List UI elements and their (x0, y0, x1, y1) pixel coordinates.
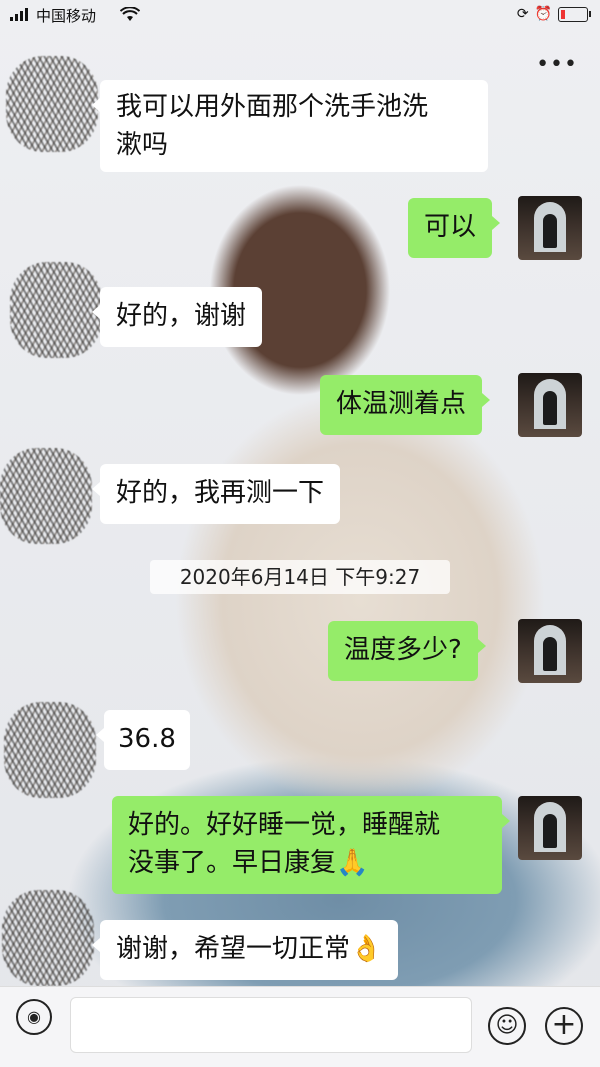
message-text: 好的。好好睡一觉，睡醒就 (128, 810, 441, 840)
message-bubble-incoming[interactable]: 36.8 (96, 710, 190, 770)
message-input[interactable] (70, 997, 472, 1053)
contact-avatar[interactable] (2, 890, 94, 986)
alarm-icon: ⏰ (534, 6, 552, 22)
message-text: 36.8 (118, 724, 176, 754)
message-bubble-incoming[interactable]: 好的，谢谢 (91, 287, 263, 347)
voice-icon[interactable]: ◉ (16, 999, 52, 1035)
contact-avatar[interactable] (10, 262, 102, 358)
message-bubble-incoming[interactable]: 我可以用外面那个洗手池洗 漱吗 (92, 80, 488, 172)
input-bar: ◉ ☺ + (0, 986, 600, 1067)
message-bubble-outgoing[interactable]: 温度多少? (328, 621, 486, 681)
message-text: 体温测着点 (336, 389, 467, 419)
message-bubble-incoming[interactable]: 好的，我再测一下 (91, 464, 341, 524)
message-text: 好的，我再测一下 (116, 478, 325, 508)
contact-avatar[interactable] (6, 56, 98, 152)
carrier-label: 中国移动 (36, 7, 97, 25)
message-timestamp: 2020年6月14日 下午9:27 (150, 560, 450, 594)
wifi-icon (120, 7, 140, 21)
contact-avatar[interactable] (0, 448, 92, 544)
message-text: 温度多少? (344, 635, 462, 665)
my-avatar[interactable] (518, 196, 582, 260)
my-avatar[interactable] (518, 796, 582, 860)
contact-avatar[interactable] (4, 702, 96, 798)
status-bar: 中国移动 ⟳ ⏰ (0, 0, 600, 32)
emoji-icon[interactable]: ☺ (488, 1007, 526, 1045)
message-text: 好的，谢谢 (116, 301, 247, 331)
my-avatar[interactable] (518, 619, 582, 683)
message-text: 可以 (424, 212, 477, 242)
signal-icon (10, 8, 28, 21)
message-text: 我可以用外面那个洗手池洗 (116, 92, 429, 122)
message-bubble-outgoing[interactable]: 好的。好好睡一觉，睡醒就 没事了。早日康复🙏 (112, 796, 510, 894)
rotation-lock-icon: ⟳ (516, 6, 529, 22)
more-options-icon[interactable]: ••• (536, 52, 578, 77)
message-bubble-outgoing[interactable]: 可以 (408, 198, 501, 258)
my-avatar[interactable] (518, 373, 582, 437)
message-bubble-incoming[interactable]: 谢谢，希望一切正常👌 (91, 920, 399, 980)
battery-icon (558, 6, 591, 22)
message-text: 漱吗 (116, 130, 169, 160)
message-text: 没事了。早日康复🙏 (128, 848, 369, 878)
message-text: 谢谢，希望一切正常👌 (116, 934, 383, 964)
plus-icon[interactable]: + (545, 1007, 583, 1045)
message-bubble-outgoing[interactable]: 体温测着点 (320, 375, 491, 435)
